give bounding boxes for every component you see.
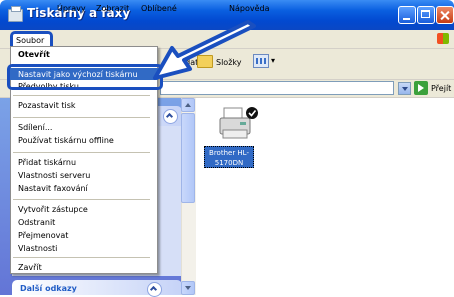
other-links-label: Další odkazy: [20, 284, 77, 293]
go-button[interactable]: Přejít: [431, 84, 451, 93]
menu-create-shortcut[interactable]: Vytvořit zástupce: [18, 205, 88, 214]
menu-separator: [13, 257, 150, 258]
menu-edit[interactable]: Úpravy: [57, 4, 86, 13]
menu-file-label: Soubor: [16, 36, 45, 45]
menu-delete[interactable]: Odstranit: [18, 218, 55, 227]
views-dropdown-icon[interactable]: ▾: [271, 56, 275, 65]
menu-fax-setup[interactable]: Nastavit faxování: [18, 184, 88, 193]
menu-open[interactable]: Otevřít: [18, 50, 50, 59]
collapse-chevron-icon[interactable]: [163, 109, 178, 124]
scrollbar-thumb[interactable]: [181, 113, 195, 203]
highlight-callout-box: [7, 64, 163, 90]
menu-help[interactable]: Nápověda: [229, 4, 270, 13]
close-button[interactable]: [436, 6, 454, 24]
scroll-down-icon[interactable]: [181, 281, 195, 295]
menu-add-printer[interactable]: Přidat tiskárnu: [18, 158, 76, 167]
menu-offline[interactable]: Používat tiskárnu offline: [18, 136, 114, 145]
minimize-button[interactable]: [398, 6, 416, 24]
menu-separator: [13, 199, 150, 200]
menu-rename[interactable]: Přejmenovat: [18, 231, 68, 240]
maximize-button[interactable]: [417, 6, 435, 24]
menu-favorites[interactable]: Oblíbené: [141, 4, 177, 13]
menu-separator: [13, 117, 150, 118]
menu-properties[interactable]: Vlastnosti: [18, 244, 57, 253]
menu-sharing[interactable]: Sdílení...: [18, 123, 52, 132]
go-arrow-icon[interactable]: [414, 81, 428, 95]
menu-separator: [13, 152, 150, 153]
printer-icon[interactable]: [218, 104, 260, 144]
pointer-arrow-icon: [153, 20, 256, 80]
address-field[interactable]: [160, 81, 394, 95]
address-dropdown-icon[interactable]: [398, 82, 411, 95]
menu-server-properties[interactable]: Vlastnosti serveru: [18, 171, 90, 180]
menu-view[interactable]: Zobrazit: [96, 4, 129, 13]
menu-close[interactable]: Zavřít: [18, 263, 42, 272]
menu-pause[interactable]: Pozastavit tisk: [18, 101, 76, 110]
menu-separator: [13, 95, 150, 96]
scroll-up-icon[interactable]: [181, 98, 195, 112]
windows-logo-icon: [437, 33, 449, 44]
printer-name-label[interactable]: Brother HL-5170DN series: [204, 146, 254, 177]
printers-folder-icon: [8, 6, 23, 22]
